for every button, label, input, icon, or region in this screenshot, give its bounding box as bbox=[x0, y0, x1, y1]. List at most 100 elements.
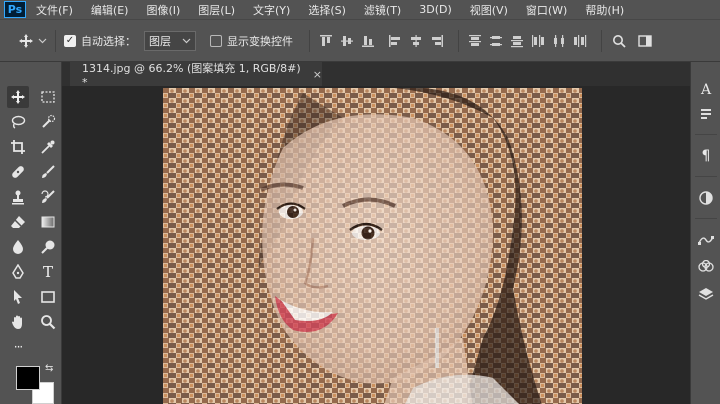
distribute-top-icon[interactable] bbox=[467, 33, 483, 49]
menu-filter[interactable]: 滤镜(T) bbox=[364, 2, 401, 18]
eraser-icon bbox=[11, 216, 25, 228]
healing-brush-tool[interactable] bbox=[7, 161, 29, 183]
divider bbox=[695, 176, 717, 177]
distribute-left-icon[interactable] bbox=[530, 33, 546, 49]
menu-bar: Ps 文件(F) 编辑(E) 图像(I) 图层(L) 文字(Y) 选择(S) 滤… bbox=[0, 0, 720, 19]
crop-icon bbox=[11, 140, 25, 154]
search-icon[interactable] bbox=[612, 34, 626, 48]
divider bbox=[601, 29, 602, 52]
magic-wand-tool[interactable] bbox=[37, 111, 59, 133]
align-horizontal-center-icon[interactable] bbox=[408, 33, 424, 49]
photoshop-logo: Ps bbox=[4, 1, 26, 18]
marquee-icon bbox=[41, 91, 55, 103]
brush-tool[interactable] bbox=[37, 161, 59, 183]
marquee-tool[interactable] bbox=[37, 86, 59, 108]
auto-select-target-dropdown[interactable]: 图层 bbox=[144, 30, 196, 51]
distribute-horizontal-center-icon[interactable] bbox=[551, 33, 567, 49]
swap-colors-icon[interactable]: ⇆ bbox=[45, 363, 53, 374]
document-tab[interactable]: 1314.jpg @ 66.2% (图案填充 1, RGB/8#) * × bbox=[70, 61, 322, 89]
channels-panel-button[interactable] bbox=[696, 257, 716, 277]
stamp-icon bbox=[12, 190, 24, 205]
zoom-tool[interactable] bbox=[37, 311, 59, 333]
menu-select[interactable]: 选择(S) bbox=[308, 2, 346, 18]
show-transform-checkbox[interactable] bbox=[210, 34, 222, 47]
align-vertical-center-icon[interactable] bbox=[339, 33, 355, 49]
dodge-icon bbox=[41, 240, 55, 254]
paths-panel-button[interactable] bbox=[696, 230, 716, 250]
menu-layer[interactable]: 图层(L) bbox=[198, 2, 235, 18]
more-tools-button[interactable]: ··· bbox=[7, 336, 29, 358]
options-bar: ✓ 自动选择： 图层 显示变换控件 bbox=[0, 19, 720, 62]
paths-icon bbox=[698, 236, 714, 245]
mosaic-portrait-image bbox=[163, 88, 582, 404]
brush-icon bbox=[42, 165, 55, 178]
path-selection-tool[interactable] bbox=[7, 286, 29, 308]
eyedropper-icon bbox=[41, 140, 55, 154]
crop-tool[interactable] bbox=[7, 136, 29, 158]
menu-help[interactable]: 帮助(H) bbox=[585, 2, 624, 18]
eraser-tool[interactable] bbox=[7, 211, 29, 233]
align-top-icon[interactable] bbox=[318, 33, 334, 49]
align-right-icon[interactable] bbox=[429, 33, 445, 49]
right-panel-dock: A ¶ bbox=[690, 62, 720, 404]
close-icon[interactable]: × bbox=[313, 68, 322, 81]
zoom-icon bbox=[41, 315, 56, 330]
menu-3d[interactable]: 3D(D) bbox=[419, 3, 452, 16]
auto-select-target-value: 图层 bbox=[149, 34, 171, 48]
drop-icon bbox=[13, 240, 23, 254]
rectangle-tool[interactable] bbox=[37, 286, 59, 308]
arrow-icon bbox=[14, 290, 22, 304]
dodge-tool[interactable] bbox=[37, 236, 59, 258]
paragraph-panel-button[interactable]: ¶ bbox=[696, 146, 716, 166]
pen-icon bbox=[12, 264, 24, 279]
divider bbox=[695, 134, 717, 135]
channels-icon bbox=[698, 260, 714, 272]
history-brush-icon bbox=[41, 190, 55, 203]
paragraph-styles-icon bbox=[701, 109, 711, 119]
eyedropper-tool[interactable] bbox=[37, 136, 59, 158]
gradient-tool[interactable] bbox=[37, 211, 59, 233]
bandage-icon bbox=[12, 166, 24, 178]
distribute-right-icon[interactable] bbox=[572, 33, 588, 49]
gradient-icon bbox=[41, 216, 55, 228]
blur-tool[interactable] bbox=[7, 236, 29, 258]
workspace-icon[interactable] bbox=[638, 34, 652, 48]
move-icon bbox=[11, 90, 25, 104]
auto-select-checkbox[interactable]: ✓ bbox=[64, 34, 76, 47]
move-tool[interactable] bbox=[7, 86, 29, 108]
lasso-tool[interactable] bbox=[7, 111, 29, 133]
clone-stamp-tool[interactable] bbox=[7, 186, 29, 208]
divider bbox=[458, 29, 459, 52]
history-brush-tool[interactable] bbox=[37, 186, 59, 208]
layers-panel-button[interactable] bbox=[696, 284, 716, 304]
menu-file[interactable]: 文件(F) bbox=[36, 2, 73, 18]
layers-icon bbox=[698, 288, 714, 300]
pen-tool[interactable] bbox=[7, 261, 29, 283]
menu-edit[interactable]: 编辑(E) bbox=[91, 2, 129, 18]
quick-selection-icon bbox=[42, 114, 56, 128]
canvas-area[interactable] bbox=[62, 86, 690, 404]
character-panel-button[interactable]: A bbox=[696, 80, 716, 100]
rectangle-icon bbox=[41, 291, 55, 303]
adjustments-panel-button[interactable] bbox=[696, 188, 716, 208]
hand-icon bbox=[12, 315, 22, 329]
menu-view[interactable]: 视图(V) bbox=[470, 2, 508, 18]
show-transform-label: 显示变换控件 bbox=[227, 34, 293, 48]
distribute-bottom-icon[interactable] bbox=[509, 33, 525, 49]
menu-window[interactable]: 窗口(W) bbox=[526, 2, 567, 18]
divider bbox=[695, 218, 717, 219]
menu-type[interactable]: 文字(Y) bbox=[253, 2, 290, 18]
hand-tool[interactable] bbox=[7, 311, 29, 333]
adjustments-icon bbox=[699, 191, 713, 205]
paragraph-styles-button[interactable] bbox=[696, 104, 716, 124]
document-tab-title: 1314.jpg @ 66.2% (图案填充 1, RGB/8#) * bbox=[82, 61, 301, 89]
move-tool-preset-icon[interactable] bbox=[18, 33, 47, 49]
canvas-image[interactable] bbox=[163, 88, 582, 404]
distribute-vertical-center-icon[interactable] bbox=[488, 33, 504, 49]
tools-panel: T ··· ⇆ bbox=[0, 62, 62, 404]
type-tool[interactable]: T bbox=[37, 261, 59, 283]
menu-image[interactable]: 图像(I) bbox=[146, 2, 180, 18]
foreground-color-swatch[interactable] bbox=[16, 366, 40, 390]
align-left-icon[interactable] bbox=[387, 33, 403, 49]
align-bottom-icon[interactable] bbox=[360, 33, 376, 49]
